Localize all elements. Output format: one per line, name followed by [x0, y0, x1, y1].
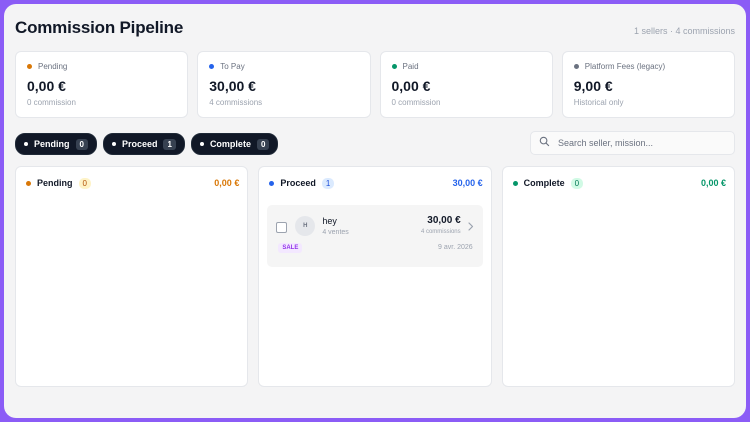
column-total: 30,00 € — [452, 178, 483, 188]
card-commissions: 4 commissions — [420, 229, 461, 235]
avatar: H — [295, 216, 316, 236]
search-box — [530, 131, 735, 155]
stat-label: To Pay — [220, 62, 245, 71]
stat-label: Pending — [38, 62, 68, 71]
toolbar: Pending 0 Proceed 1 Complete 0 — [15, 131, 735, 155]
card-date: 9 avr. 2026 — [438, 244, 473, 251]
column-total: 0,00 € — [214, 178, 240, 188]
column-count: 1 — [321, 177, 335, 189]
dot-icon — [111, 142, 116, 146]
pipeline-summary: 1 sellers · 4 commissions — [633, 26, 735, 36]
column-proceed: Proceed 1 30,00 € H hey 4 ventes 30,00 €… — [258, 166, 492, 387]
status-dot-icon — [269, 180, 275, 186]
column-pending: Pending 0 0,00 € — [15, 166, 249, 387]
chip-label: Complete — [209, 139, 251, 149]
stat-subtitle: Historical only — [573, 98, 624, 107]
chip-count: 0 — [256, 138, 270, 150]
search-input[interactable] — [558, 138, 718, 148]
type-badge: SALE — [278, 243, 303, 253]
chip-label: Pending — [34, 139, 70, 149]
status-dot-icon — [209, 64, 215, 69]
stat-card-pending: Pending 0,00 € 0 commission — [15, 51, 189, 118]
chip-count: 0 — [75, 138, 88, 150]
seller-name: hey — [322, 216, 337, 226]
stat-card-paid: Paid 0,00 € 0 commission — [379, 51, 553, 118]
stat-subtitle: 4 commissions — [209, 98, 263, 107]
dot-icon — [199, 142, 204, 146]
filter-chip-proceed[interactable]: Proceed 1 — [102, 133, 185, 155]
stat-value: 30,00 € — [209, 78, 256, 94]
chip-count: 1 — [163, 138, 176, 150]
stat-subtitle: 0 commission — [391, 98, 441, 107]
stat-card-to-pay: To Pay 30,00 € 4 commissions — [197, 51, 371, 118]
stats-row: Pending 0,00 € 0 commission To Pay 30,00… — [15, 51, 735, 118]
stat-value: 0,00 € — [391, 78, 431, 94]
card-amount: 30,00 € — [427, 215, 461, 226]
column-total: 0,00 € — [700, 178, 726, 188]
app-window: Commission Pipeline 1 sellers · 4 commis… — [4, 4, 746, 418]
page-title: Commission Pipeline — [15, 18, 184, 37]
status-dot-icon — [391, 64, 397, 69]
status-dot-icon — [26, 180, 31, 186]
column-count: 0 — [78, 177, 91, 189]
column-complete: Complete 0 0,00 € — [501, 166, 735, 387]
stat-value: 9,00 € — [573, 78, 613, 94]
column-count: 0 — [570, 177, 584, 189]
stat-label: Platform Fees (legacy) — [584, 62, 666, 71]
status-dot-icon — [573, 64, 579, 69]
stat-card-platform-fees: Platform Fees (legacy) 9,00 € Historical… — [561, 51, 735, 118]
page-header: Commission Pipeline 1 sellers · 4 commis… — [15, 18, 735, 42]
stat-label: Paid — [402, 62, 419, 71]
search-icon — [539, 134, 550, 152]
stat-value: 0,00 € — [27, 78, 66, 94]
stat-subtitle: 0 commission — [27, 98, 76, 107]
status-dot-icon — [512, 180, 518, 186]
chevron-right-icon[interactable] — [468, 218, 474, 236]
status-dot-icon — [27, 64, 32, 69]
filter-chip-complete[interactable]: Complete 0 — [190, 133, 279, 155]
column-title: Pending — [37, 178, 73, 188]
filter-chip-pending[interactable]: Pending 0 — [15, 133, 97, 155]
column-title: Complete — [523, 178, 565, 188]
seller-sales: 4 ventes — [322, 229, 349, 236]
chip-label: Proceed — [121, 139, 158, 149]
commission-card[interactable]: H hey 4 ventes 30,00 € 4 commissions SAL… — [267, 205, 483, 267]
dot-icon — [24, 142, 28, 146]
kanban-board: Pending 0 0,00 € Proceed 1 30,00 € H hey… — [15, 166, 735, 387]
select-checkbox[interactable] — [276, 222, 288, 233]
column-title: Proceed — [280, 178, 316, 188]
